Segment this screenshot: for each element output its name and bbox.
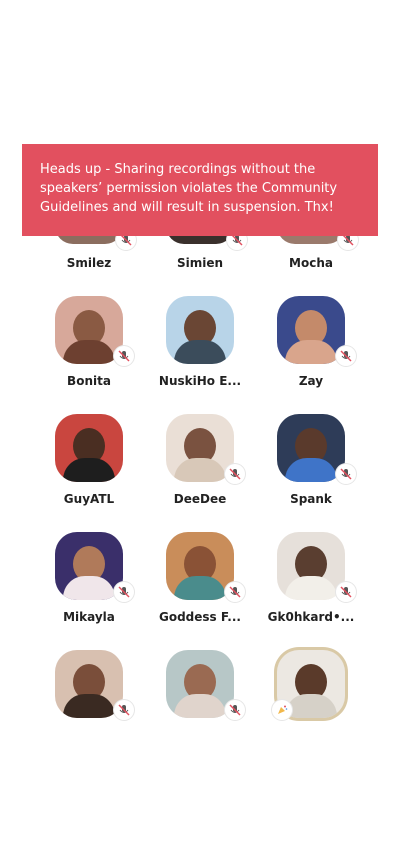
speaker-cell[interactable]: Zay [252, 296, 370, 406]
mic-muted-icon [336, 346, 356, 366]
speaker-cell[interactable]: GuyATL [30, 414, 148, 524]
speaker-name: Gk0hkard•... [267, 610, 355, 624]
mic-muted-icon [114, 346, 134, 366]
speaker-cell[interactable] [30, 650, 148, 760]
avatar[interactable] [55, 414, 123, 482]
speaker-cell[interactable]: Spank [252, 414, 370, 524]
mic-muted-icon [114, 700, 134, 720]
party-icon [272, 700, 292, 720]
avatar[interactable] [166, 296, 234, 364]
speaker-cell[interactable]: NuskiHo E... [141, 296, 259, 406]
speaker-name: Smilez [66, 256, 112, 270]
avatar[interactable] [55, 296, 123, 364]
speaker-grid: Smilez Simien Mocha Bonita NuskiHo E... [0, 0, 400, 864]
speaker-name: NuskiHo E... [158, 374, 242, 388]
avatar[interactable] [166, 414, 234, 482]
speaker-name: Bonita [67, 374, 111, 388]
speaker-name: DeeDee [173, 492, 227, 506]
speaker-name: GuyATL [63, 492, 115, 506]
speaker-cell[interactable]: Bonita [30, 296, 148, 406]
speaker-name: Spank [290, 492, 332, 506]
speaker-name: Mikayla [63, 610, 115, 624]
mic-muted-icon [336, 582, 356, 602]
mic-muted-icon [114, 582, 134, 602]
speaker-cell[interactable] [252, 650, 370, 760]
mic-muted-icon [225, 700, 245, 720]
speaker-name: Goddess F... [159, 610, 241, 624]
speaker-cell[interactable]: Gk0hkard•... [252, 532, 370, 642]
speaker-cell[interactable]: Mikayla [30, 532, 148, 642]
speaker-name: Mocha [289, 256, 333, 270]
speaker-name: Zay [298, 374, 324, 388]
avatar[interactable] [277, 532, 345, 600]
speaker-cell[interactable]: DeeDee [141, 414, 259, 524]
banner-text: Heads up - Sharing recordings without th… [40, 162, 338, 215]
mic-muted-icon [336, 464, 356, 484]
speaker-cell[interactable] [141, 650, 259, 760]
mic-muted-icon [225, 582, 245, 602]
avatar[interactable] [277, 296, 345, 364]
mic-muted-icon [225, 464, 245, 484]
avatar[interactable] [55, 532, 123, 600]
speaker-name: Simien [176, 256, 224, 270]
avatar[interactable] [55, 650, 123, 718]
avatar[interactable] [166, 650, 234, 718]
speaker-cell[interactable]: Goddess F... [141, 532, 259, 642]
recording-warning-banner: Heads up - Sharing recordings without th… [22, 144, 378, 236]
avatar[interactable] [166, 532, 234, 600]
avatar[interactable] [277, 414, 345, 482]
